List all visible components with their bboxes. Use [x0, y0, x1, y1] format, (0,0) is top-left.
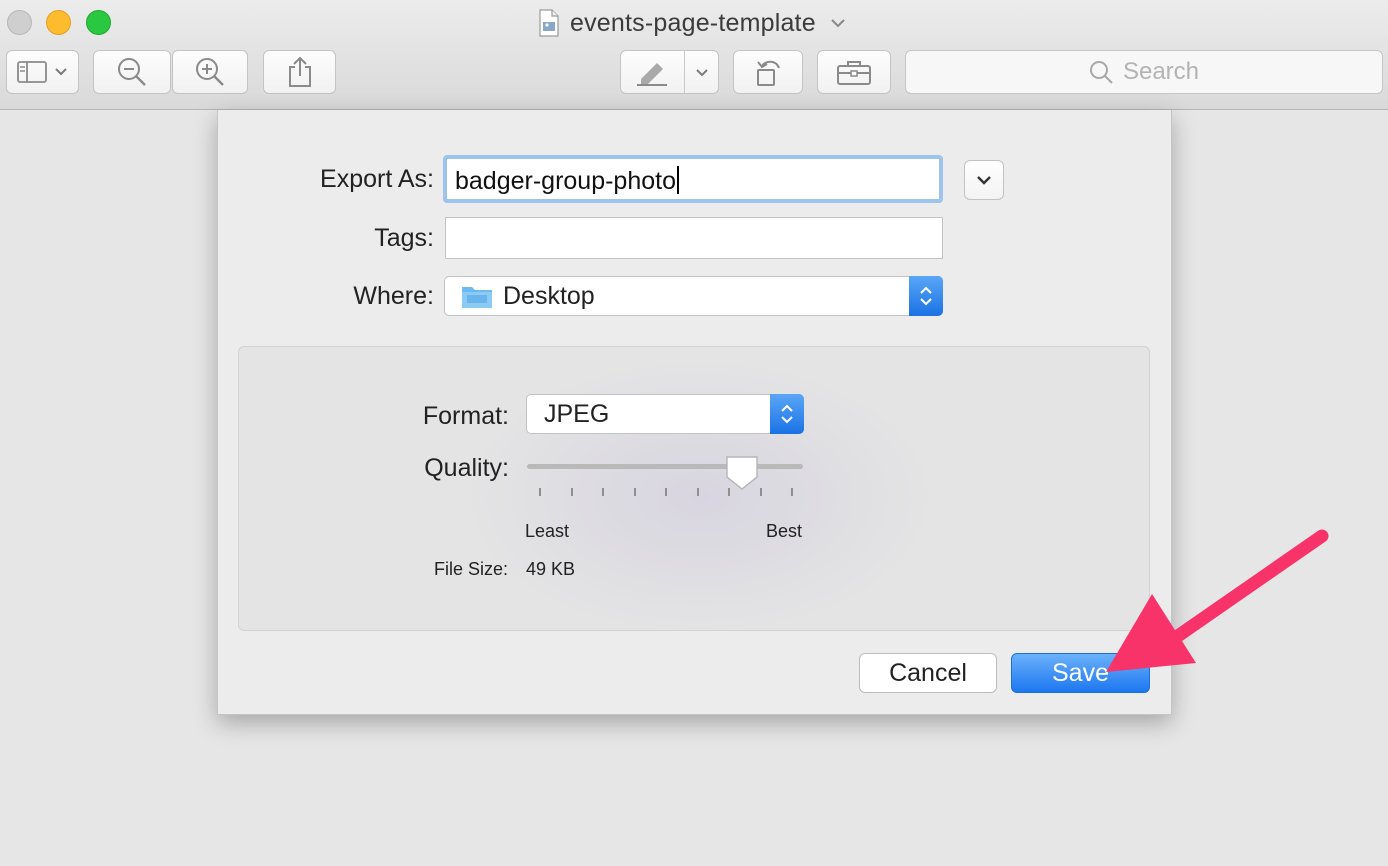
export-dialog: Export As: badger-group-photo Tags: Wher… — [217, 110, 1172, 715]
share-button[interactable] — [263, 50, 336, 94]
search-field[interactable]: Search — [905, 50, 1383, 94]
close-window-button[interactable] — [7, 10, 32, 35]
format-popup[interactable]: JPEG — [526, 394, 804, 434]
quality-tick — [539, 488, 541, 496]
format-value: JPEG — [544, 399, 610, 428]
search-placeholder: Search — [1122, 58, 1200, 85]
window-title-area[interactable]: events-page-template — [538, 6, 846, 40]
where-popup[interactable]: Desktop — [444, 276, 943, 316]
export-as-label: Export As: — [320, 165, 434, 193]
minimize-window-button[interactable] — [46, 10, 71, 35]
rotate-button[interactable] — [733, 50, 803, 94]
sidebar-icon — [16, 61, 47, 83]
up-down-arrows-icon — [781, 404, 793, 424]
text-cursor — [677, 166, 679, 194]
quality-min-label: Least — [525, 521, 570, 541]
folder-icon — [462, 287, 492, 308]
quality-tick — [728, 488, 730, 496]
toolbox-button[interactable] — [817, 50, 891, 94]
rotate-icon — [757, 60, 780, 86]
format-popup-stepper[interactable] — [770, 394, 804, 434]
search-icon — [1089, 61, 1113, 84]
quality-tick — [759, 488, 762, 496]
cancel-button[interactable]: Cancel — [859, 653, 997, 693]
expand-dialog-button[interactable] — [964, 160, 1004, 200]
quality-tick — [696, 488, 699, 496]
quality-tick — [570, 488, 573, 496]
export-as-field[interactable]: badger-group-photo — [443, 155, 943, 203]
file-size-label: File Size: — [433, 559, 508, 579]
segment-divider — [684, 51, 685, 93]
share-icon — [288, 56, 311, 87]
export-as-value: badger-group-photo — [455, 167, 676, 195]
where-popup-stepper[interactable] — [909, 276, 943, 316]
window-titlebar: events-page-template Search — [0, 0, 1388, 110]
sidebar-toggle-button[interactable] — [6, 50, 79, 94]
save-button[interactable]: Save — [1011, 653, 1150, 693]
toolbox-icon — [837, 61, 871, 85]
quality-tick — [665, 488, 667, 496]
zoom-out-icon — [118, 58, 146, 86]
tags-field[interactable] — [445, 217, 943, 259]
where-value: Desktop — [503, 281, 595, 310]
zoom-in-button[interactable] — [172, 50, 248, 94]
quality-max-label: Best — [766, 521, 803, 541]
quality-slider[interactable] — [527, 464, 803, 469]
pen-icon — [637, 63, 667, 86]
where-label: Where: — [353, 282, 434, 310]
markup-button[interactable] — [620, 50, 719, 94]
window-title: events-page-template — [570, 8, 816, 37]
format-label: Format: — [422, 402, 509, 430]
zoom-out-button[interactable] — [93, 50, 171, 94]
document-icon — [539, 9, 559, 37]
tags-label: Tags: — [374, 224, 434, 252]
format-options-panel: Format: JPEG Quality: Least Best File Si… — [238, 346, 1150, 631]
maximize-window-button[interactable] — [86, 10, 111, 35]
chevron-down-icon — [977, 176, 991, 185]
quality-tick — [633, 488, 636, 496]
file-size-value: 49 KB — [526, 559, 576, 579]
chevron-down-icon — [54, 68, 67, 76]
quality-tick — [791, 488, 793, 496]
zoom-in-icon — [196, 58, 224, 86]
chevron-down-icon — [696, 69, 708, 77]
quality-slider-thumb[interactable] — [725, 455, 759, 491]
quality-label: Quality: — [424, 454, 509, 482]
chevron-down-icon — [831, 19, 845, 28]
quality-tick — [602, 488, 604, 496]
up-down-arrows-icon — [920, 286, 932, 306]
